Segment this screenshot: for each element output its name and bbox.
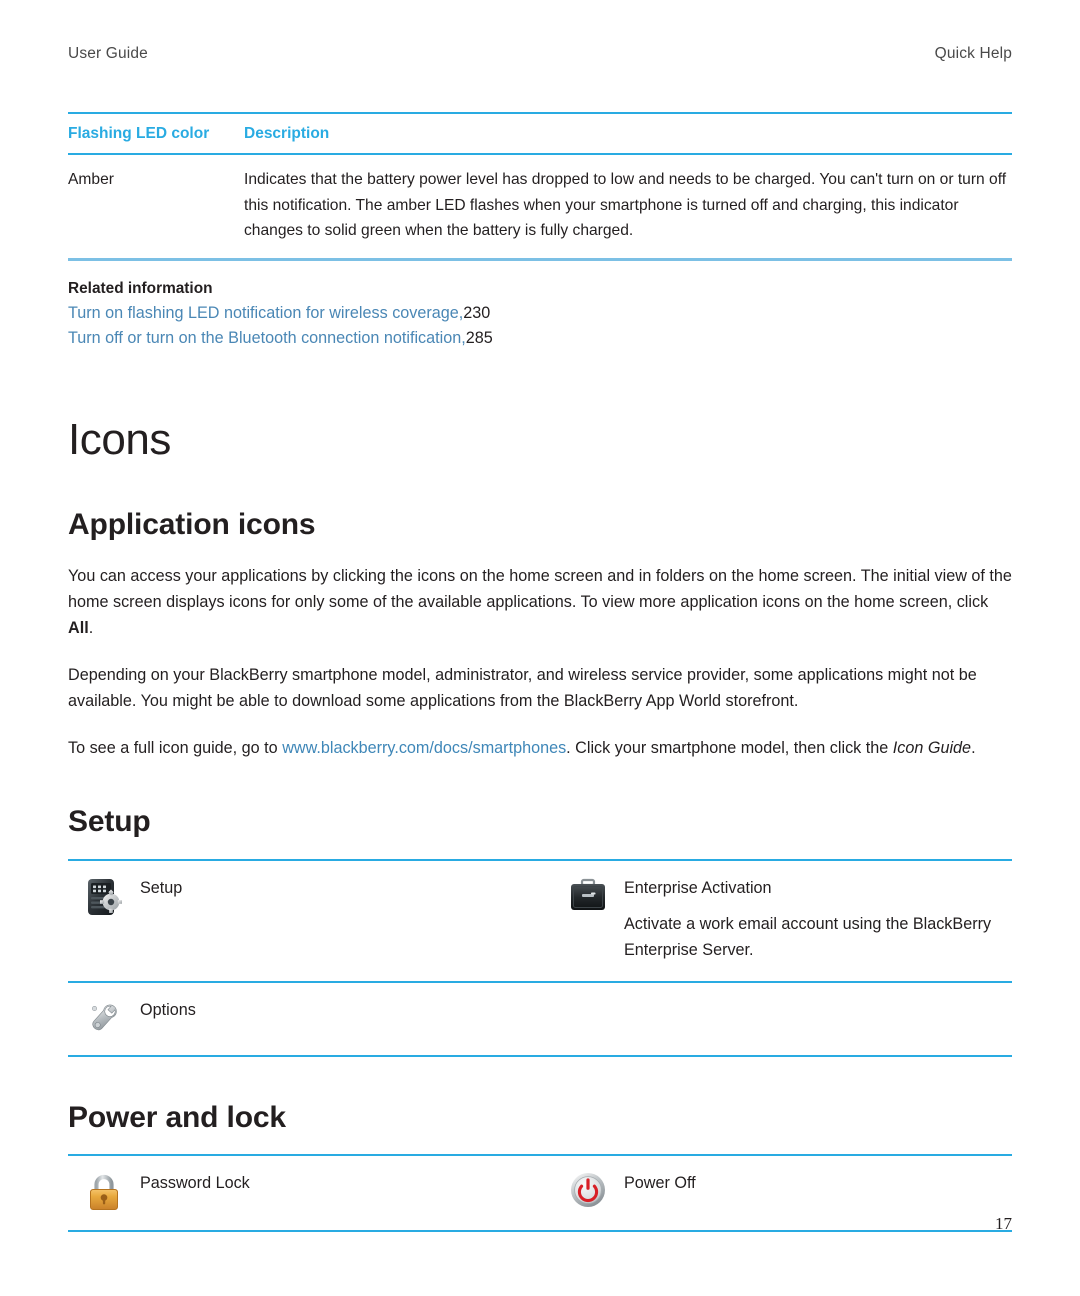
table-row: Password Lock Power Off: [68, 1154, 1012, 1233]
emphasis-all: All: [68, 619, 89, 638]
briefcase-icon: [552, 875, 624, 913]
cell-led-color: Amber: [68, 154, 244, 261]
page-number: 17: [995, 1214, 1012, 1233]
padlock-icon: [68, 1170, 140, 1212]
wrench-icon-art: [92, 1004, 117, 1031]
icon-entry: Options: [68, 983, 552, 1055]
flashing-led-table: Flashing LED color Description Amber Ind…: [68, 112, 1012, 261]
paragraph-application-icons-1: You can access your applications by clic…: [68, 563, 1012, 641]
related-information-title: Related information: [68, 279, 213, 297]
table-head: Flashing LED color Description: [68, 112, 1012, 155]
padlock-icon-art: [90, 1175, 118, 1211]
setup-device-gear-icon: [68, 875, 140, 917]
table-body: Amber Indicates that the battery power l…: [68, 154, 1012, 261]
cell-enterprise-activation: Enterprise Activation Activate a work em…: [552, 858, 1012, 982]
section-heading-application-icons: Application icons: [68, 507, 316, 541]
page-content: Flashing LED color Description Amber Ind…: [68, 112, 1012, 1233]
icon-entry-text: Options: [140, 997, 552, 1023]
table-row: Amber Indicates that the battery power l…: [68, 154, 1012, 261]
power-button-icon: [552, 1170, 624, 1208]
icon-entry-text: Password Lock: [140, 1170, 552, 1196]
icon-label: Password Lock: [140, 1174, 250, 1193]
power-and-lock-icon-table: Password Lock Power Off: [68, 1154, 1012, 1233]
power-button-icon-art: [571, 1173, 605, 1208]
icon-entry: Enterprise Activation Activate a work em…: [552, 861, 1012, 981]
chapter-title: Icons: [68, 414, 171, 464]
paragraph-application-icons-3: To see a full icon guide, go to www.blac…: [68, 735, 1012, 761]
icon-entry: Setup: [68, 861, 552, 935]
icon-label: Setup: [140, 878, 183, 897]
icon-entry-text: Power Off: [624, 1170, 1012, 1196]
table-row: Options: [68, 980, 1012, 1057]
paragraph-application-icons-2: Depending on your BlackBerry smartphone …: [68, 666, 977, 711]
related-link-bluetooth-notification[interactable]: Turn off or turn on the Bluetooth connec…: [68, 329, 466, 347]
column-header-description: Description: [244, 112, 1012, 155]
icon-label: Enterprise Activation: [624, 878, 772, 897]
paragraph-text: .: [971, 739, 976, 758]
cell-setup: Setup: [68, 858, 552, 982]
paragraph-text: . Click your smartphone model, then clic…: [566, 739, 893, 758]
table-header-row: Flashing LED color Description: [68, 112, 1012, 155]
related-link-page-1: 285: [465, 329, 493, 347]
column-header-led-color: Flashing LED color: [68, 112, 244, 155]
related-link-row: Turn off or turn on the Bluetooth connec…: [68, 326, 1012, 352]
paragraph-text: To see a full icon guide, go to: [68, 739, 283, 758]
paragraph-text: You can access your applications by clic…: [68, 567, 1012, 612]
icon-description: Activate a work email account using the …: [624, 914, 992, 959]
icon-entry: Power Off: [552, 1156, 1012, 1226]
paragraph-text: .: [88, 619, 94, 638]
emphasis-icon-guide: Icon Guide: [892, 739, 972, 758]
icon-label: Options: [140, 1000, 196, 1019]
running-header-left: User Guide: [68, 45, 148, 62]
empty-icon-slot: [552, 997, 624, 999]
cell-empty: [552, 980, 1012, 1057]
document-page: User Guide Quick Help Flashing LED color…: [0, 0, 1080, 1296]
icon-label: Power Off: [624, 1174, 696, 1193]
icon-entry-text: Setup: [140, 875, 552, 901]
cell-power-off: Power Off: [552, 1154, 1012, 1233]
cell-led-description: Indicates that the battery power level h…: [244, 154, 1012, 261]
table-row: Setup Enterprise Activation Activate a w…: [68, 858, 1012, 982]
wrench-icon: [68, 997, 140, 1037]
cell-password-lock: Password Lock: [68, 1154, 552, 1233]
setup-icon-table: Setup Enterprise Activation Activate a w…: [68, 858, 1012, 1057]
cell-options: Options: [68, 980, 552, 1057]
related-link-row: Turn on flashing LED notification for wi…: [68, 301, 1012, 327]
running-header: User Guide Quick Help: [68, 45, 1012, 63]
setup-device-gear-icon-art: [88, 878, 122, 915]
related-information-block: Related information Turn on flashing LED…: [68, 277, 1012, 352]
related-link-wireless-coverage[interactable]: Turn on flashing LED notification for wi…: [68, 304, 463, 322]
section-heading-setup: Setup: [68, 805, 151, 839]
icon-entry-empty: [552, 983, 1012, 1017]
related-link-page-0: 230: [463, 303, 491, 322]
section-heading-power-and-lock: Power and lock: [68, 1100, 286, 1134]
icon-entry: Password Lock: [68, 1156, 552, 1230]
briefcase-icon-art: [571, 878, 605, 910]
icon-entry-text: Enterprise Activation Activate a work em…: [624, 875, 1012, 963]
running-header-right: Quick Help: [934, 45, 1012, 62]
blackberry-docs-link[interactable]: www.blackberry.com/docs/smartphones: [282, 739, 566, 757]
